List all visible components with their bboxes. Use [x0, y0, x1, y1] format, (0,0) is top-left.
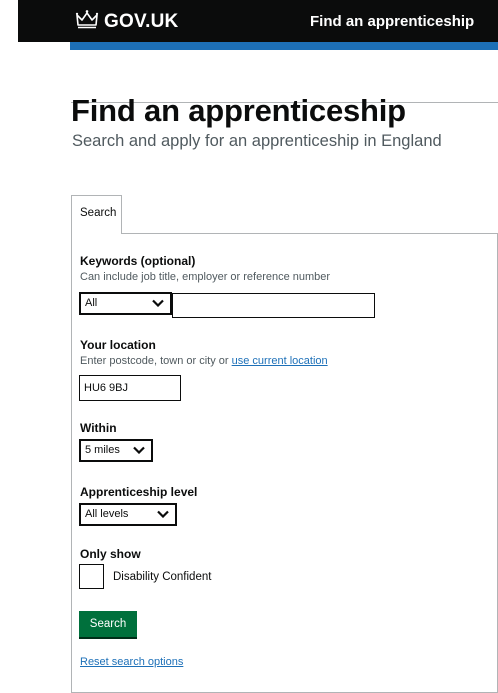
page-title: Find an apprenticeship: [71, 93, 406, 128]
service-name-link[interactable]: Find an apprenticeship: [310, 13, 474, 31]
tab-label: Search: [80, 207, 117, 219]
search-panel: [71, 233, 498, 693]
govuk-logo-link[interactable]: GOV.UK: [75, 9, 178, 34]
header-accent-bar: [70, 42, 498, 50]
site-header: GOV.UK Find an apprenticeship: [18, 0, 498, 42]
logo-text: GOV.UK: [104, 10, 179, 32]
page-subtitle: Search and apply for an apprenticeship i…: [72, 132, 442, 150]
tab-search[interactable]: Search: [71, 195, 122, 234]
crown-icon: [75, 9, 99, 34]
